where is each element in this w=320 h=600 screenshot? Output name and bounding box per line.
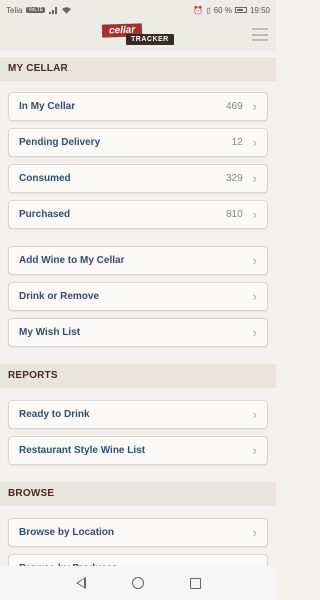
- chevron-right-icon: ›: [252, 289, 257, 304]
- section-header-browse: BROWSE: [0, 482, 276, 506]
- menu-item-count: 329: [225, 173, 243, 184]
- chevron-right-icon: ›: [252, 135, 257, 150]
- app-header: cellar TRACKER: [0, 20, 276, 50]
- signal-icon: [49, 6, 58, 14]
- menu-item-count: 810: [225, 209, 243, 220]
- menu-item-label: Restaurant Style Wine List: [19, 445, 146, 456]
- cellartracker-logo[interactable]: cellar TRACKER: [100, 23, 176, 47]
- menu-item-label: Add Wine to My Cellar: [19, 255, 125, 266]
- section-header-reports: REPORTS: [0, 364, 276, 388]
- menu-item-ready-to-drink[interactable]: Ready to Drink ›: [8, 400, 268, 429]
- menu-item-label: Consumed: [19, 173, 71, 184]
- chevron-right-icon: ›: [252, 325, 257, 340]
- chevron-right-icon: ›: [252, 525, 257, 540]
- battery-percent: 60 %: [213, 5, 232, 15]
- recent-apps-icon[interactable]: [189, 577, 201, 589]
- menu-item-label: In My Cellar: [19, 101, 76, 112]
- menu-item-in-my-cellar[interactable]: In My Cellar 469 ›: [8, 92, 268, 121]
- alarm-icon: ⏰: [193, 5, 204, 15]
- menu-item-consumed[interactable]: Consumed 329 ›: [8, 164, 268, 193]
- menu-item-add-wine[interactable]: Add Wine to My Cellar ›: [8, 246, 268, 275]
- section-header-my-cellar: MY CELLAR: [0, 57, 276, 81]
- status-bar: Telia VoLTE ⏰ ▯ 60 % 19:50: [0, 0, 276, 20]
- carrier-label: Telia: [6, 5, 23, 15]
- android-nav-bar: [0, 566, 276, 600]
- chevron-right-icon: ›: [252, 171, 257, 186]
- menu-item-label: Browse by Location: [19, 527, 115, 538]
- menu-item-restaurant-wine-list[interactable]: Restaurant Style Wine List ›: [8, 436, 268, 465]
- menu-item-pending-delivery[interactable]: Pending Delivery 12 ›: [8, 128, 268, 157]
- menu-item-wish-list[interactable]: My Wish List ›: [8, 318, 268, 347]
- hamburger-menu-icon[interactable]: [252, 28, 268, 41]
- menu-item-browse-by-location[interactable]: Browse by Location ›: [8, 518, 268, 547]
- clock: 19:50: [249, 5, 270, 15]
- chevron-right-icon: ›: [252, 407, 257, 422]
- chevron-right-icon: ›: [252, 207, 257, 222]
- menu-item-drink-or-remove[interactable]: Drink or Remove ›: [8, 282, 268, 311]
- menu-item-purchased[interactable]: Purchased 810 ›: [8, 200, 268, 229]
- menu-item-label: Drink or Remove: [19, 291, 100, 302]
- menu-item-label: My Wish List: [19, 327, 81, 338]
- back-icon[interactable]: [75, 577, 86, 589]
- chevron-right-icon: ›: [252, 99, 257, 114]
- chevron-right-icon: ›: [252, 443, 257, 458]
- battery-icon: [234, 7, 247, 13]
- logo-tracker-text: TRACKER: [126, 34, 174, 45]
- home-icon[interactable]: [131, 577, 144, 589]
- menu-item-count: 469: [225, 101, 243, 112]
- menu-item-count: 12: [231, 137, 243, 148]
- wifi-icon: [62, 6, 72, 14]
- chevron-right-icon: ›: [252, 253, 257, 268]
- menu-item-label: Purchased: [19, 209, 71, 220]
- menu-item-label: Pending Delivery: [19, 137, 101, 148]
- volte-badge: VoLTE: [26, 7, 46, 13]
- menu-item-label: Ready to Drink: [19, 409, 90, 420]
- vibrate-icon: ▯: [206, 5, 211, 15]
